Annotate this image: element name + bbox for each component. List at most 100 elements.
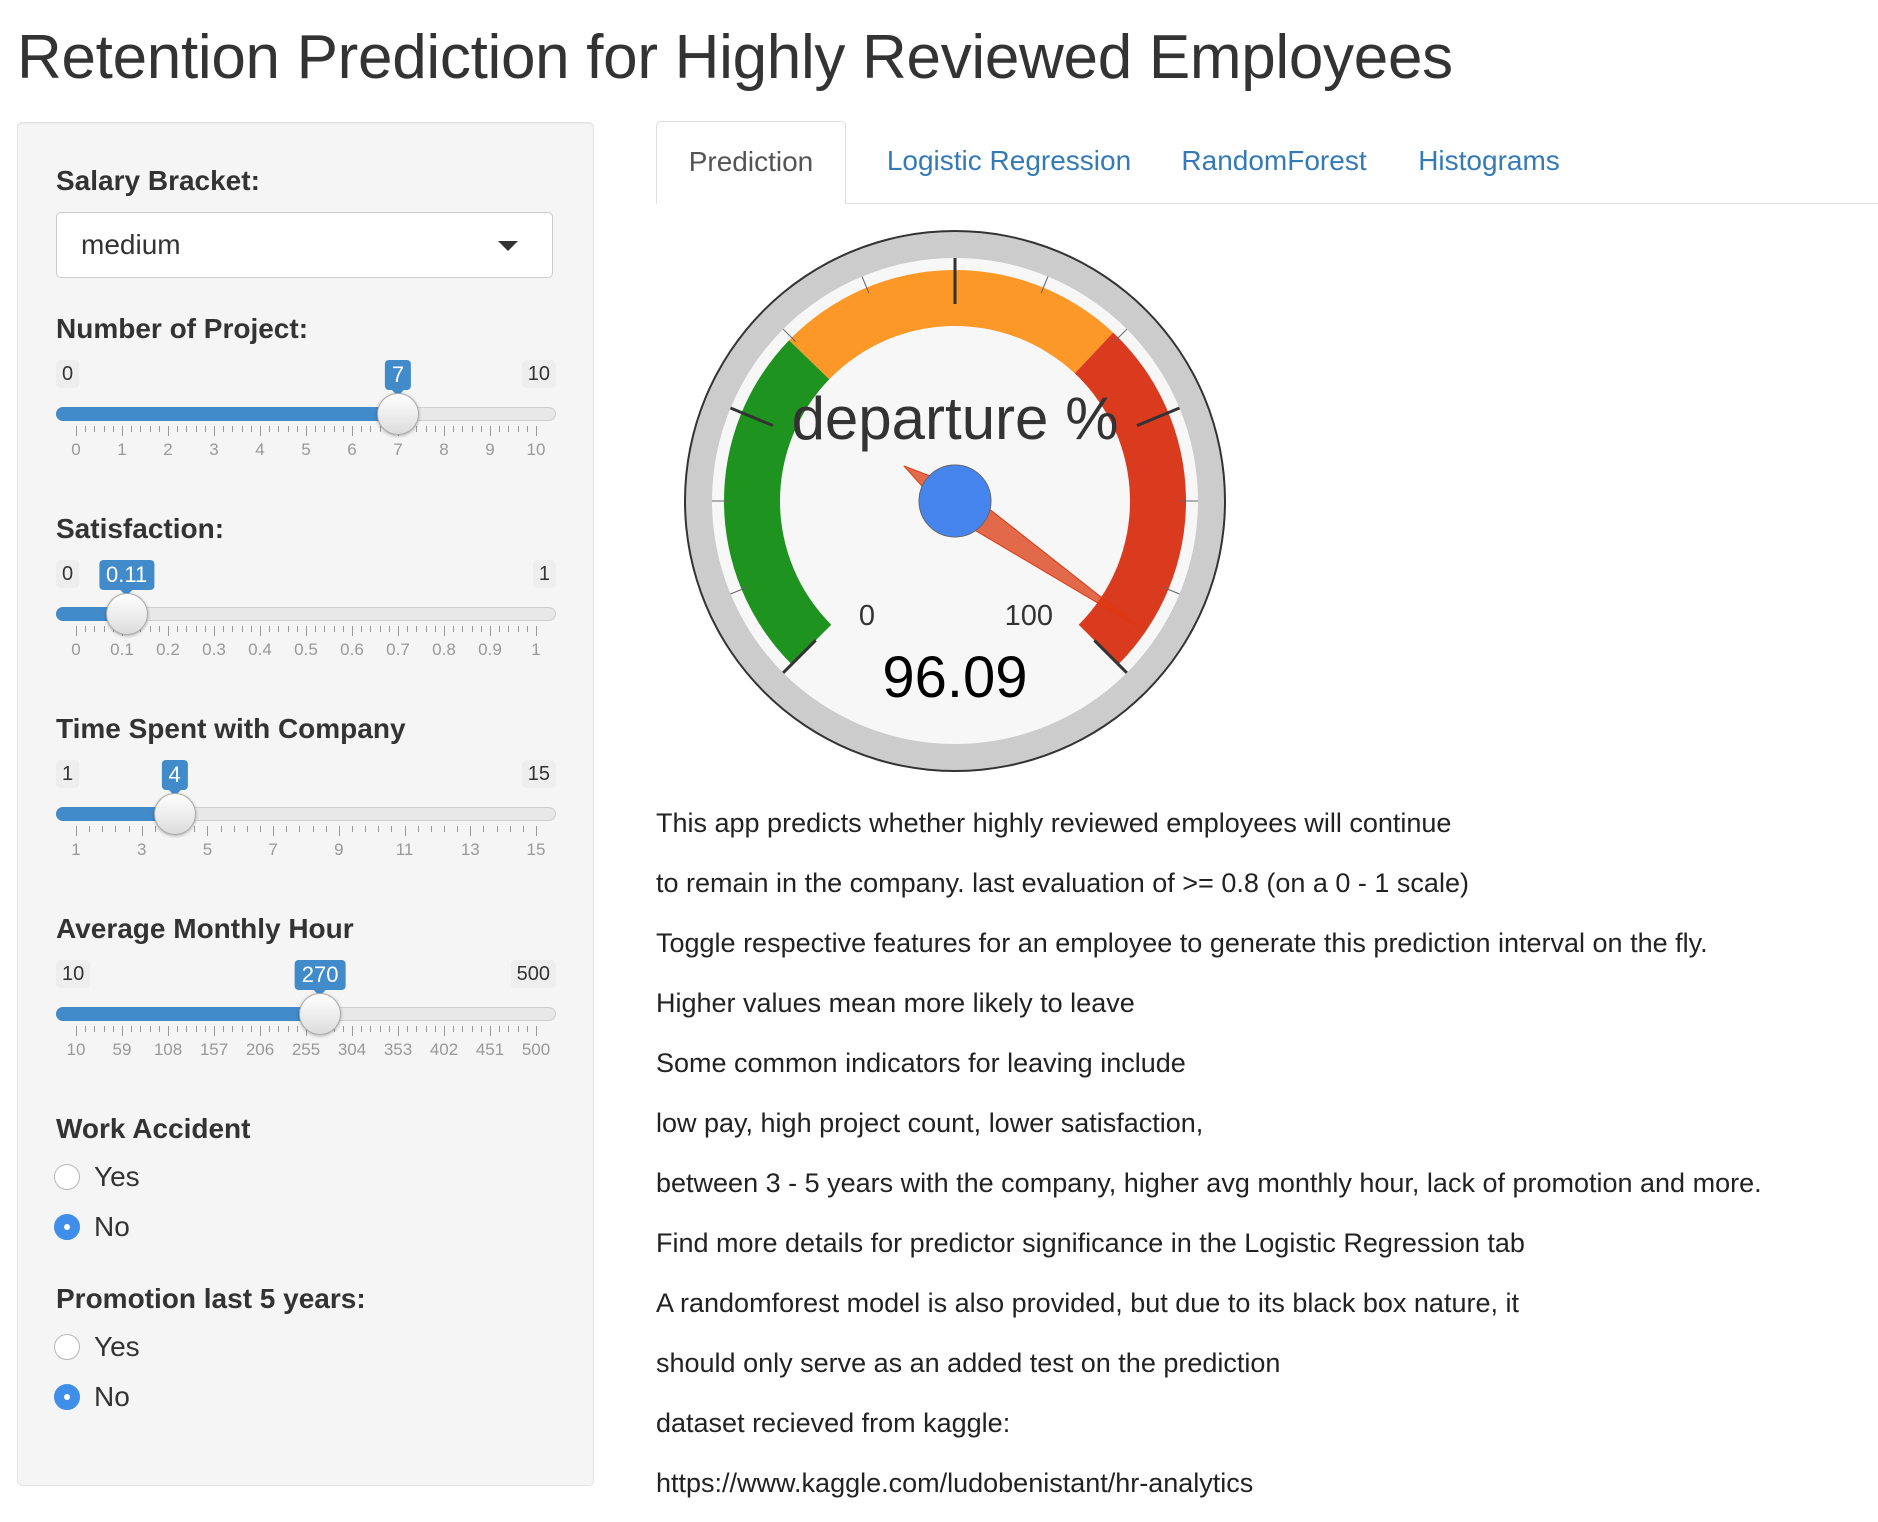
slider-minor-tick <box>186 1026 188 1032</box>
projects-slider[interactable]: 0 10 7 0 1 2 3 4 5 6 7 8 9 10 <box>56 360 556 480</box>
slider-minor-tick <box>158 626 160 632</box>
promotion-yes-radio[interactable] <box>54 1334 80 1360</box>
description-list: This app predicts whether highly reviewe… <box>656 802 1762 1522</box>
slider-minor-tick <box>517 1026 519 1032</box>
slider-minor-tick <box>241 426 243 432</box>
slider-tick-label: 9 <box>334 840 344 859</box>
slider-major-tick <box>273 826 275 836</box>
slider-major-tick <box>122 426 123 436</box>
slider-major-tick <box>168 426 169 436</box>
slider-minor-tick <box>517 426 519 432</box>
tab-logistic-regression[interactable]: Logistic Regression <box>874 121 1144 203</box>
slider-tick-label: 0 <box>71 440 81 459</box>
slider-minor-tick <box>85 1026 87 1032</box>
slider-major-tick <box>306 426 307 436</box>
slider-minor-tick <box>195 626 197 632</box>
slider-tick-label: 451 <box>475 1040 505 1059</box>
tab-prediction[interactable]: Prediction <box>656 121 846 204</box>
slider-minor-tick <box>333 426 335 432</box>
slider-value-badge: 4 <box>161 760 188 796</box>
description-line: low pay, high project count, lower satis… <box>656 1108 1204 1138</box>
slider-minor-tick <box>94 626 96 632</box>
slider-minor-tick <box>416 426 418 432</box>
slider-minor-tick <box>370 426 372 432</box>
slider-max-label: 1 <box>532 560 556 588</box>
slider-tick-label: 13 <box>460 840 480 859</box>
slider-minor-tick <box>232 1026 234 1032</box>
slider-tick-label: 8 <box>439 440 449 459</box>
description-line: A randomforest model is also provided, b… <box>656 1288 1519 1318</box>
slider-major-tick <box>536 426 537 436</box>
work-accident-no-radio[interactable] <box>54 1214 80 1240</box>
work-accident-yes-radio[interactable] <box>54 1164 80 1190</box>
slider-max-label: 500 <box>510 960 556 988</box>
slider-minor-tick <box>223 626 225 632</box>
slider-minor-tick <box>378 826 380 832</box>
slider-major-tick <box>398 626 399 636</box>
description-line: Toggle respective features for an employ… <box>656 928 1708 958</box>
slider-tick-label: 255 <box>291 1040 321 1059</box>
slider-minor-tick <box>115 826 117 832</box>
slider-minor-tick <box>361 426 363 432</box>
slider-tick-label: 11 <box>395 840 414 859</box>
slider-tick-label: 0.1 <box>110 640 134 659</box>
slider-minor-tick <box>131 426 133 432</box>
slider-handle[interactable] <box>299 993 342 1035</box>
slider-minor-tick <box>312 826 314 832</box>
slider-minor-tick <box>194 826 196 832</box>
slider-minor-tick <box>342 1026 344 1032</box>
monthly-hour-slider[interactable]: 10 500 270 10 59 108 157 206 255 304 353 402 451 500 <box>56 960 556 1080</box>
slider-minor-tick <box>315 426 317 432</box>
description-line: dataset recieved from kaggle: <box>656 1408 1011 1438</box>
slider-major-tick <box>404 826 406 836</box>
slider-handle[interactable] <box>377 393 419 435</box>
salary-bracket-value: medium <box>81 229 181 260</box>
slider-minor-tick <box>89 826 91 832</box>
tab-randomforest[interactable]: RandomForest <box>1174 121 1374 203</box>
slider-minor-tick <box>379 626 381 632</box>
description-line: This app predicts whether highly reviewe… <box>656 808 1452 838</box>
slider-minor-tick <box>186 426 188 432</box>
slider-minor-tick <box>391 826 393 832</box>
slider-minor-tick <box>195 426 197 432</box>
promotion-no-radio[interactable] <box>54 1384 80 1410</box>
time-spent-slider[interactable]: 1 15 4 1 3 5 7 9 11 13 15 <box>56 760 556 880</box>
time-spent-label: Time Spent with Company <box>56 713 406 744</box>
slider-major-tick <box>352 426 353 436</box>
slider-minor-tick <box>462 1026 464 1032</box>
slider-minor-tick <box>434 1026 436 1032</box>
slider-tick-label: 1 <box>71 840 81 859</box>
slider-major-tick <box>490 1026 491 1036</box>
slider-minor-tick <box>425 426 427 432</box>
slider-minor-tick <box>278 1026 280 1032</box>
slider-minor-tick <box>287 426 289 432</box>
slider-major-tick <box>76 626 77 636</box>
slider-handle[interactable] <box>153 793 196 835</box>
slider-tick-label: 10 <box>66 1040 86 1059</box>
slider-tick-label: 0.7 <box>386 640 410 659</box>
slider-minor-tick <box>417 826 419 832</box>
salary-bracket-label: Salary Bracket: <box>56 165 260 196</box>
slider-handle[interactable] <box>105 593 148 635</box>
satisfaction-slider[interactable]: 0 1 0.11 0 0.1 0.2 0.3 0.4 0.5 0.6 0.7 0.8 0.9 1 <box>56 560 556 680</box>
salary-bracket-select[interactable]: medium <box>56 212 553 278</box>
slider-minor-tick <box>102 826 104 832</box>
slider-major-tick <box>122 1026 123 1036</box>
description-line: to remain in the company. last evaluatio… <box>656 868 1469 898</box>
slider-tick-label: 0.4 <box>248 640 272 659</box>
slider-minor-tick <box>522 826 524 832</box>
slider-minor-tick <box>112 1026 114 1032</box>
slider-tick-label: 15 <box>526 840 546 859</box>
slider-minor-tick <box>434 426 436 432</box>
tab-histograms[interactable]: Histograms <box>1404 121 1574 203</box>
slider-tick-label: 7 <box>268 840 278 859</box>
slider-minor-tick <box>499 626 501 632</box>
slider-minor-tick <box>94 1026 96 1032</box>
slider-minor-tick <box>379 1026 381 1032</box>
slider-tick-label: 0.9 <box>478 640 502 659</box>
slider-minor-tick <box>416 1026 418 1032</box>
slider-minor-tick <box>278 426 280 432</box>
slider-minor-tick <box>471 426 473 432</box>
slider-minor-tick <box>325 826 327 832</box>
slider-minor-tick <box>94 426 96 432</box>
